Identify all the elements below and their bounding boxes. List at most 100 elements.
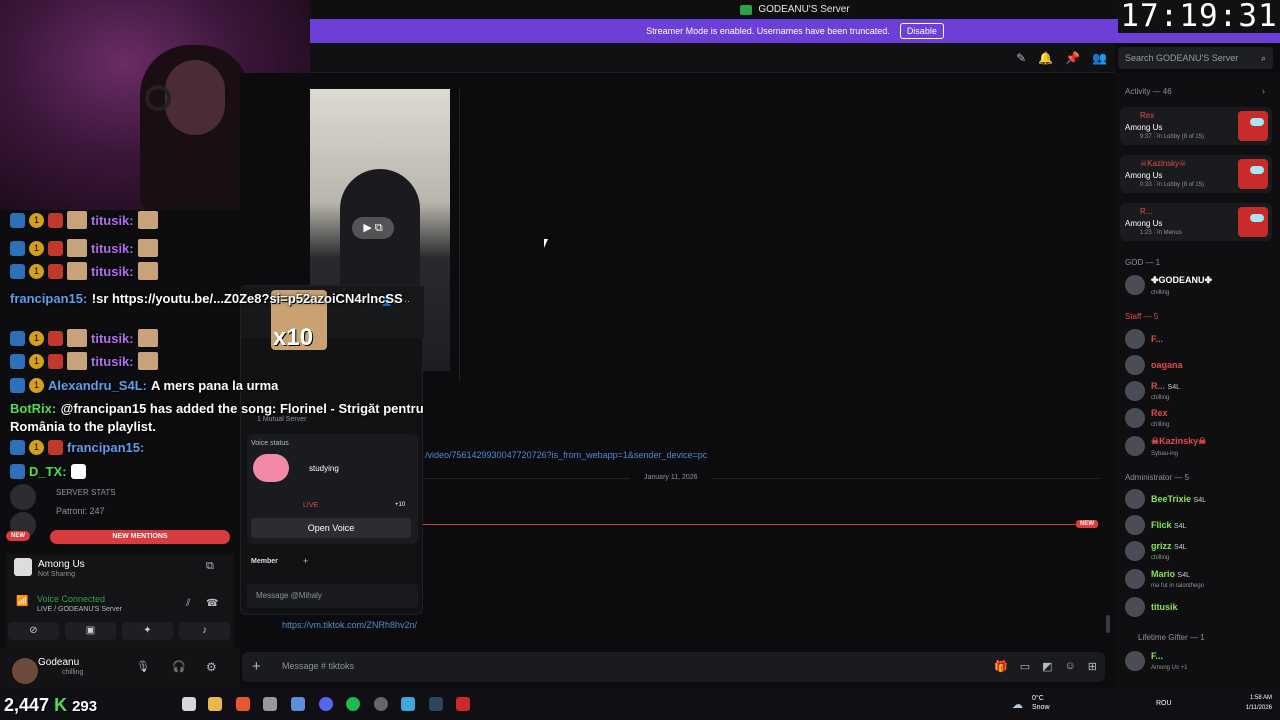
search-input[interactable]: Search GODEANU'S Server ⌕ [1118, 47, 1273, 69]
member-item[interactable]: titusik [1125, 596, 1178, 618]
member-item[interactable]: ✤GODEANU✤ chilling [1125, 274, 1212, 296]
share-screen-icon[interactable]: ▣ [65, 622, 116, 640]
composer-tools: 🎁 ▭ ◩ ☺ ⊞ [994, 660, 1097, 673]
disconnect-icon[interactable]: ☎ [206, 598, 218, 609]
sticker-icon[interactable]: ◩ [1042, 660, 1052, 673]
screen: GODEANU'S Server Streamer Mode is enable… [0, 0, 1280, 720]
notepad-icon[interactable] [401, 697, 415, 711]
member-status: ma fut in raionthego [1151, 583, 1205, 589]
member-item[interactable]: ☠Kazinsky☠ Sybau-ing [1125, 435, 1206, 457]
bell-icon[interactable]: 🔔 [1038, 51, 1053, 65]
member-item[interactable]: F... Among Us +1 [1125, 650, 1188, 672]
voice-status-text: studying [309, 464, 339, 473]
soundboard-icon[interactable]: ♪ [179, 622, 230, 640]
emote-multiplier: x10 [273, 324, 314, 351]
file-explorer-icon[interactable] [208, 697, 222, 711]
member-status: chilling [1151, 395, 1170, 401]
chevron-right-icon[interactable]: › [1262, 86, 1265, 96]
system-clock[interactable]: 1:58 AM 1/11/2026 [1246, 693, 1272, 713]
emoji-icon[interactable]: ☺ [1065, 660, 1076, 673]
chat-message: @francipan15 has added the song: Florine… [10, 401, 424, 434]
app-icon[interactable] [263, 697, 277, 711]
discord-icon[interactable] [319, 697, 333, 711]
profile-popout[interactable]: x10 👤+ ⋯ 1 Mutual Server Voice status st… [240, 285, 424, 615]
settings-gear-icon[interactable]: ⚙ [206, 660, 217, 674]
member-tag: S4L [1193, 497, 1207, 504]
play-icon[interactable]: ▶ ⧉ [352, 217, 394, 239]
voice-connected-label: Voice Connected [37, 594, 106, 604]
chat-username: titusik: [91, 212, 134, 228]
obs-icon[interactable] [374, 697, 388, 711]
chat-row: 1 titusik: [10, 210, 158, 230]
badge-icon [48, 353, 63, 369]
stream-clock: 17:19:31 [1118, 0, 1280, 33]
member-name: Flick [1151, 520, 1172, 530]
gif-icon[interactable]: ▭ [1020, 660, 1030, 673]
headphones-toggle-icon[interactable]: 🎧 [172, 660, 186, 673]
participant-count: +10 [395, 502, 406, 508]
counter-b: 293 [72, 698, 98, 715]
attach-icon[interactable]: + [252, 658, 261, 675]
badge-icon [10, 463, 25, 479]
member-item[interactable]: BeeTrixie S4L [1125, 488, 1206, 510]
scrollbar[interactable] [1106, 615, 1110, 633]
steam-icon[interactable] [429, 697, 443, 711]
weather-widget[interactable]: 0°C Snow [1032, 694, 1050, 712]
signal-icon[interactable]: 📶 [16, 596, 28, 607]
emote [67, 352, 87, 370]
member-item[interactable]: Mario S4L ma fut in raionthego [1125, 568, 1204, 590]
open-voice-button[interactable]: Open Voice [251, 518, 411, 538]
members-icon[interactable]: 👥 [1092, 51, 1107, 65]
camera-off-icon[interactable]: ⊘ [8, 622, 59, 640]
disable-streamer-button[interactable]: Disable [899, 23, 944, 39]
brave-browser-icon[interactable] [236, 697, 250, 711]
spotify-icon[interactable] [346, 697, 360, 711]
activity-card[interactable]: ☠Kazinsky☠ Among Us 0:33 · In Lobby (8 o… [1120, 155, 1272, 193]
message-user-input[interactable]: Message @Mihaly [247, 584, 418, 608]
member-status: Sybau-ing [1151, 450, 1179, 457]
apps-icon[interactable]: ⊞ [1088, 660, 1097, 673]
gift-icon[interactable]: 🎁 [994, 660, 1008, 673]
avatar [1125, 355, 1145, 375]
activity-status: 1:23 · In Menus [1140, 230, 1182, 236]
role-member[interactable]: Member [251, 558, 278, 565]
member-item[interactable]: F... [1125, 328, 1163, 350]
taskview-icon[interactable] [182, 697, 196, 711]
noise-suppression-icon[interactable]: ⫽ [186, 598, 190, 609]
new-messages-badge: NEW [1076, 520, 1098, 528]
channel-header: ✎ 🔔 📌 👥 [310, 43, 1115, 73]
member-name: BeeTrixie [1151, 494, 1192, 504]
chat-row: 1 francipan15: [10, 437, 144, 457]
role-header-admin: Administrator — 5 [1125, 473, 1190, 482]
sub-badge-icon: 1 [29, 212, 44, 228]
member-item[interactable]: oagana [1125, 354, 1183, 376]
member-name: Rex [1151, 408, 1168, 418]
screenshare-icon[interactable]: ⧉ [206, 560, 214, 573]
new-badge: NEW [6, 531, 30, 541]
avatar [1125, 569, 1145, 589]
mic-icon[interactable]: 🎙 [136, 660, 150, 673]
activity-card[interactable]: R... Among Us 1:23 · In Menus [1120, 203, 1272, 241]
among-us-icon[interactable] [456, 697, 470, 711]
add-role-icon[interactable]: + [303, 556, 308, 566]
message-link[interactable]: https://vm.tiktok.com/ZNRh8hv2n/ [282, 620, 417, 630]
member-item[interactable]: Rex chilling [1125, 407, 1169, 429]
sub-badge-icon: 1 [29, 330, 44, 346]
language-indicator[interactable]: ROU [1156, 700, 1172, 707]
store-icon[interactable] [291, 697, 305, 711]
sub-badge-icon: 1 [29, 377, 44, 393]
member-item[interactable]: Flick S4L [1125, 514, 1187, 536]
channel-patroni[interactable]: Patroni: 247 [56, 506, 105, 516]
avatar[interactable] [12, 658, 38, 684]
member-item[interactable]: R... S4L chilling [1125, 380, 1180, 402]
activities-icon[interactable]: ✦ [122, 622, 173, 640]
message-link[interactable]: /video/7561429930047720726?is_from_webap… [425, 450, 707, 460]
threads-icon[interactable]: ✎ [1016, 51, 1026, 65]
date-divider-label: January 11, 2026 [630, 474, 712, 481]
activity-card[interactable]: Rex Among Us 9:37 · In Lobby (8 of 15) [1120, 107, 1272, 145]
pin-icon[interactable]: 📌 [1065, 51, 1080, 65]
message-composer[interactable]: + Message # tiktoks 🎁 ▭ ◩ ☺ ⊞ [242, 652, 1105, 682]
member-item[interactable]: grizz S4L chilling [1125, 540, 1187, 562]
category-server-stats[interactable]: SERVER STATS [56, 488, 116, 497]
new-mentions-button[interactable]: NEW MENTIONS [50, 530, 230, 544]
